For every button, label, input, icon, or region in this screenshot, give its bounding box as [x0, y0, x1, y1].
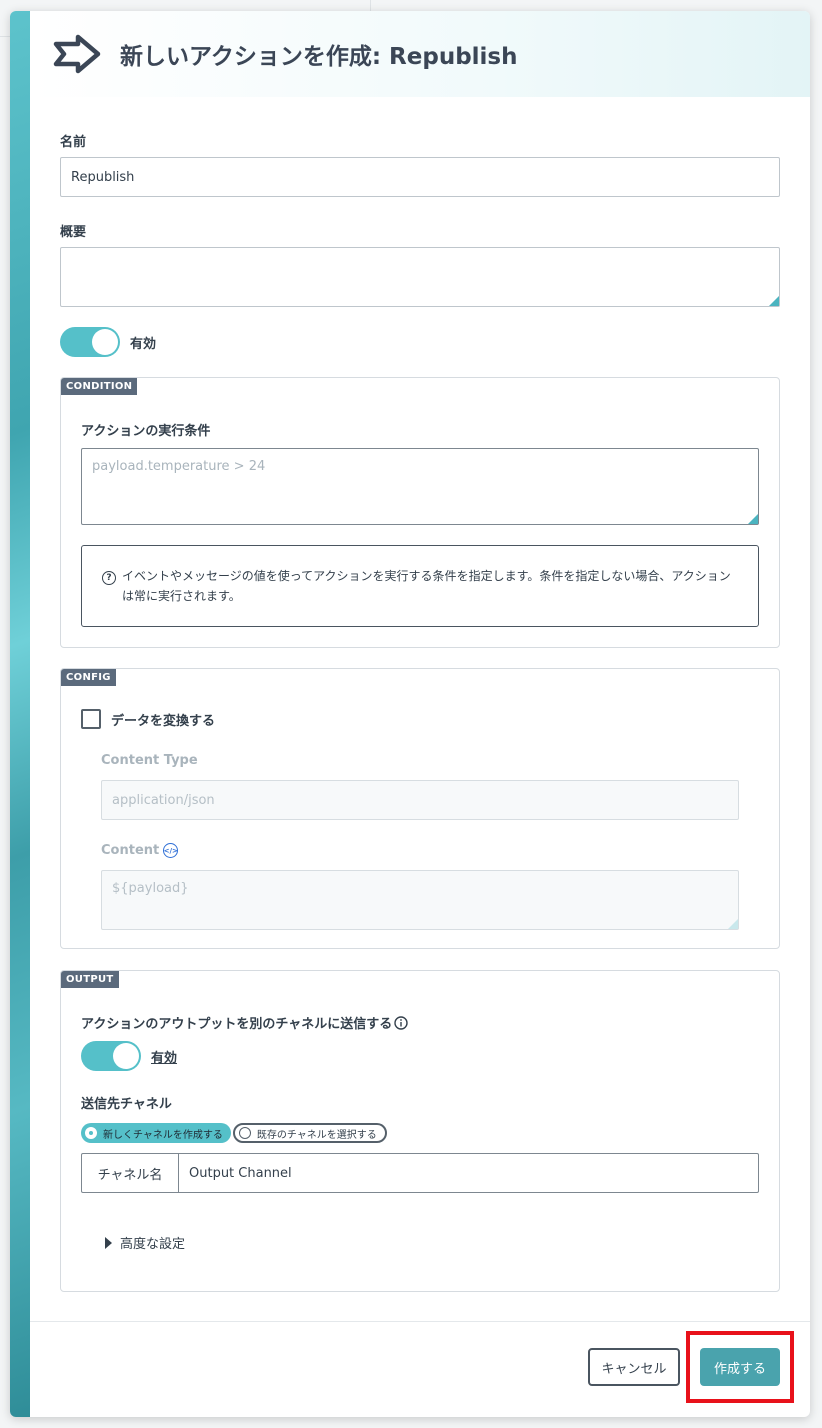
content-textarea[interactable]: ${payload} — [101, 870, 739, 930]
content-type-input[interactable]: application/json — [101, 780, 739, 820]
radio-select-existing-label: 既存のチャネルを選択する — [256, 1129, 377, 1141]
advanced-settings-toggle[interactable]: 高度な設定 — [105, 1233, 185, 1252]
content-type-placeholder: application/json — [112, 792, 215, 808]
condition-placeholder: payload.temperature > 24 — [92, 459, 266, 474]
content-placeholder: ${payload} — [112, 881, 189, 896]
footer-divider — [30, 1321, 810, 1322]
condition-tag: CONDITION — [61, 378, 138, 395]
output-tag: OUTPUT — [61, 971, 119, 988]
condition-help-text: イベントやメッセージの値を使ってアクションを実行する条件を指定します。条件を指定… — [122, 569, 731, 603]
highlight-box — [686, 1331, 794, 1403]
transform-data-label: データを変換する — [111, 713, 216, 729]
caret-right-icon — [105, 1236, 112, 1249]
radio-selected-icon — [85, 1127, 97, 1139]
modal-header: 新しいアクションを作成: Republish — [30, 11, 810, 97]
config-tag: CONFIG — [61, 669, 116, 686]
name-label: 名前 — [60, 135, 87, 150]
condition-help-box: ? イベントやメッセージの値を使ってアクションを実行する条件を指定します。条件を… — [81, 545, 759, 627]
config-section: CONFIG データを変換する Content Type application… — [60, 668, 780, 949]
question-circle-icon: ? — [102, 571, 116, 585]
summary-textarea[interactable] — [60, 247, 780, 307]
output-enabled-label: 有効 — [151, 1050, 178, 1066]
enabled-toggle-label: 有効 — [130, 336, 157, 352]
output-enabled-toggle[interactable] — [81, 1041, 141, 1071]
resize-handle[interactable] — [769, 296, 779, 306]
resize-handle[interactable] — [728, 919, 738, 929]
name-input[interactable]: Republish — [60, 157, 780, 197]
summary-label: 概要 — [60, 225, 87, 240]
channel-name-input[interactable]: Output Channel — [179, 1154, 758, 1192]
destination-channel-label: 送信先チャネル — [81, 1097, 172, 1112]
info-circle-icon[interactable] — [394, 1015, 408, 1030]
radio-select-existing-channel[interactable]: 既存のチャネルを選択する — [232, 1123, 387, 1143]
cancel-button[interactable]: キャンセル — [588, 1348, 680, 1386]
enabled-toggle[interactable] — [60, 327, 120, 357]
code-icon[interactable]: </> — [163, 843, 179, 858]
radio-unselected-icon — [238, 1127, 251, 1139]
toggle-knob — [92, 329, 118, 355]
condition-label: アクションの実行条件 — [81, 424, 211, 439]
resize-handle[interactable] — [748, 514, 758, 524]
advanced-settings-label: 高度な設定 — [120, 1237, 186, 1252]
send-output-label: アクションのアウトプットを別のチャネルに送信する — [81, 1017, 393, 1032]
output-section: OUTPUT アクションのアウトプットを別のチャネルに送信する 有効 送信先チャ… — [60, 970, 780, 1292]
radio-create-new-label: 新しくチャネルを作成する — [103, 1129, 223, 1141]
condition-section: CONDITION アクションの実行条件 payload.temperature… — [60, 377, 780, 648]
radio-create-new-channel[interactable]: 新しくチャネルを作成する — [81, 1123, 231, 1143]
condition-textarea[interactable]: payload.temperature > 24 — [81, 448, 759, 525]
modal-title: 新しいアクションを作成: Republish — [120, 44, 518, 70]
toggle-knob — [113, 1043, 139, 1069]
create-action-modal: 新しいアクションを作成: Republish 名前 Republish 概要 有… — [10, 11, 810, 1417]
send-arrow-icon — [53, 34, 101, 74]
channel-name-label: チャネル名 — [82, 1154, 179, 1192]
decorative-side-stripe — [10, 11, 30, 1417]
content-label: Content — [101, 843, 160, 858]
content-type-label: Content Type — [101, 753, 198, 768]
transform-data-checkbox[interactable] — [81, 709, 101, 729]
channel-name-field[interactable]: チャネル名 Output Channel — [81, 1153, 759, 1193]
